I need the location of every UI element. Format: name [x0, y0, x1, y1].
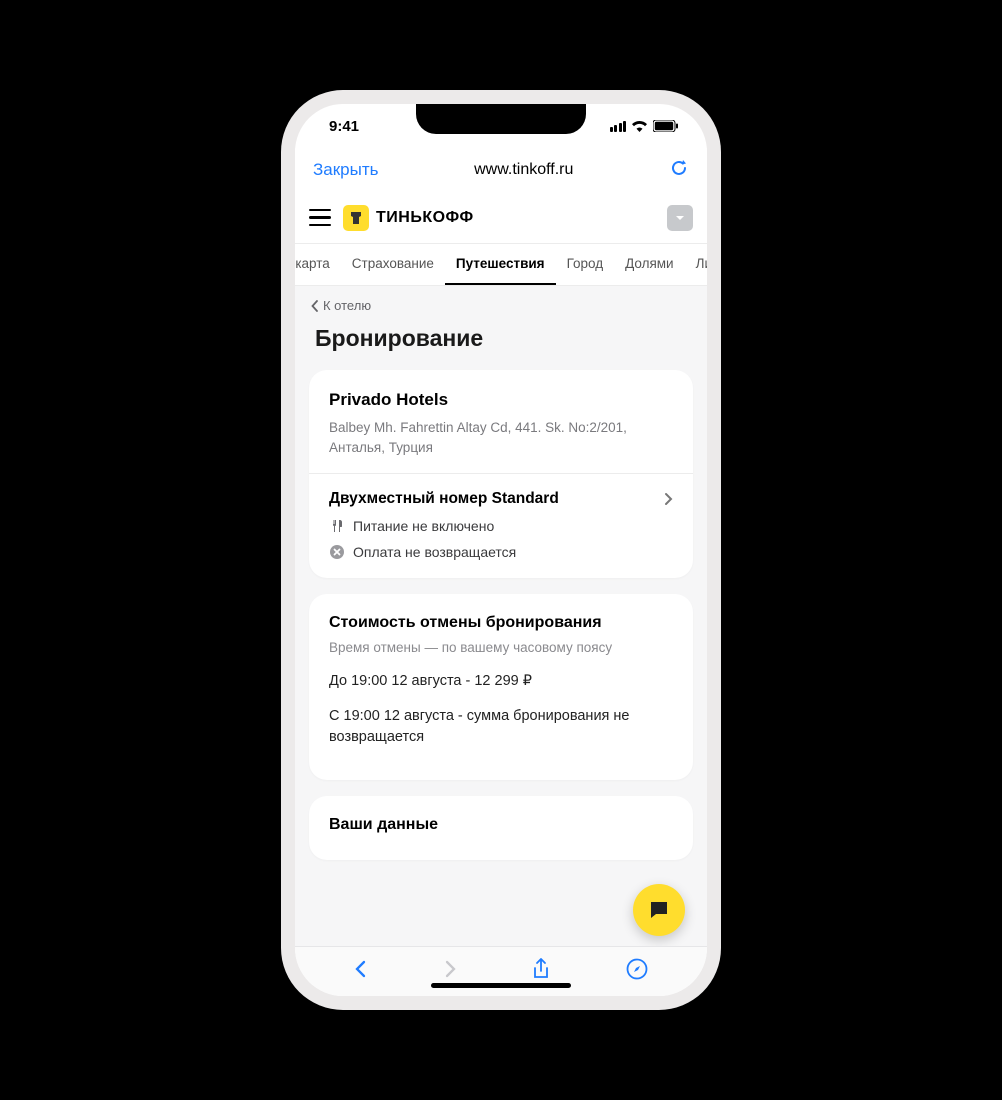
hotel-address: Balbey Mh. Fahrettin Altay Cd, 441. Sk. … — [329, 418, 673, 457]
chat-button[interactable] — [633, 884, 685, 936]
refund-text: Оплата не возвращается — [353, 544, 516, 560]
room-name: Двухместный номер Standard — [329, 490, 559, 508]
user-data-card: Ваши данные — [309, 796, 693, 860]
chat-icon — [647, 898, 671, 922]
battery-icon — [653, 120, 679, 132]
cancel-title: Стоимость отмены бронирования — [329, 614, 673, 632]
safari-button[interactable] — [626, 958, 648, 985]
tab-sim-card[interactable]: им-карта — [295, 244, 341, 285]
browser-bar: Закрыть www.tinkoff.ru — [295, 148, 707, 192]
tab-dolyami[interactable]: Долями — [614, 244, 685, 285]
tab-insurance[interactable]: Страхование — [341, 244, 445, 285]
phone-frame: 9:41 Закрыть www.tinkoff.ru — [281, 90, 721, 1010]
close-button[interactable]: Закрыть — [313, 160, 378, 180]
hotel-card: Privado Hotels Balbey Mh. Fahrettin Alta… — [309, 370, 693, 578]
cell-signal-icon — [610, 121, 626, 132]
url-display[interactable]: www.tinkoff.ru — [474, 161, 573, 179]
meal-text: Питание не включено — [353, 518, 494, 534]
cancel-subtitle: Время отмены — по вашему часовому поясу — [329, 640, 673, 655]
tabs-bar[interactable]: им-карта Страхование Путешествия Город Д… — [295, 244, 707, 286]
wifi-icon — [631, 120, 648, 132]
room-row[interactable]: Двухместный номер Standard — [329, 490, 673, 508]
brand-logo[interactable]: ТИНЬКОФФ — [343, 205, 474, 231]
meal-info: Питание не включено — [329, 518, 673, 534]
tab-personal[interactable]: Лични — [685, 244, 707, 285]
status-right — [610, 120, 679, 132]
cutlery-icon — [329, 519, 345, 533]
browser-bottom-bar — [295, 946, 707, 996]
no-refund-icon — [329, 545, 345, 559]
chevron-left-icon — [311, 300, 319, 312]
page-title: Бронирование — [295, 317, 707, 370]
tab-city[interactable]: Город — [556, 244, 615, 285]
refund-info: Оплата не возвращается — [329, 544, 673, 560]
status-time: 9:41 — [329, 118, 359, 135]
menu-button[interactable] — [309, 209, 331, 226]
logo-mark-icon — [343, 205, 369, 231]
notch — [416, 104, 586, 134]
screen: 9:41 Закрыть www.tinkoff.ru — [295, 104, 707, 996]
home-indicator[interactable] — [431, 983, 571, 988]
cancel-card: Стоимость отмены бронирования Время отме… — [309, 594, 693, 780]
cancel-line-1: До 19:00 12 августа - 12 299 ₽ — [329, 671, 673, 692]
chevron-right-icon — [664, 492, 673, 506]
page-content: К отелю Бронирование Privado Hotels Balb… — [295, 286, 707, 946]
nav-back-button[interactable] — [354, 959, 368, 984]
divider — [309, 473, 693, 474]
expand-button[interactable] — [667, 205, 693, 231]
brand-name: ТИНЬКОФФ — [376, 209, 474, 227]
hotel-name: Privado Hotels — [329, 390, 673, 410]
tab-travel[interactable]: Путешествия — [445, 244, 556, 285]
back-label: К отелю — [323, 298, 371, 313]
user-data-title: Ваши данные — [329, 816, 673, 834]
reload-button[interactable] — [669, 158, 689, 183]
nav-forward-button[interactable] — [443, 959, 457, 984]
back-link[interactable]: К отелю — [295, 286, 707, 317]
app-header: ТИНЬКОФФ — [295, 192, 707, 244]
cancel-line-2: С 19:00 12 августа - сумма бронирования … — [329, 706, 673, 748]
share-button[interactable] — [531, 957, 551, 986]
